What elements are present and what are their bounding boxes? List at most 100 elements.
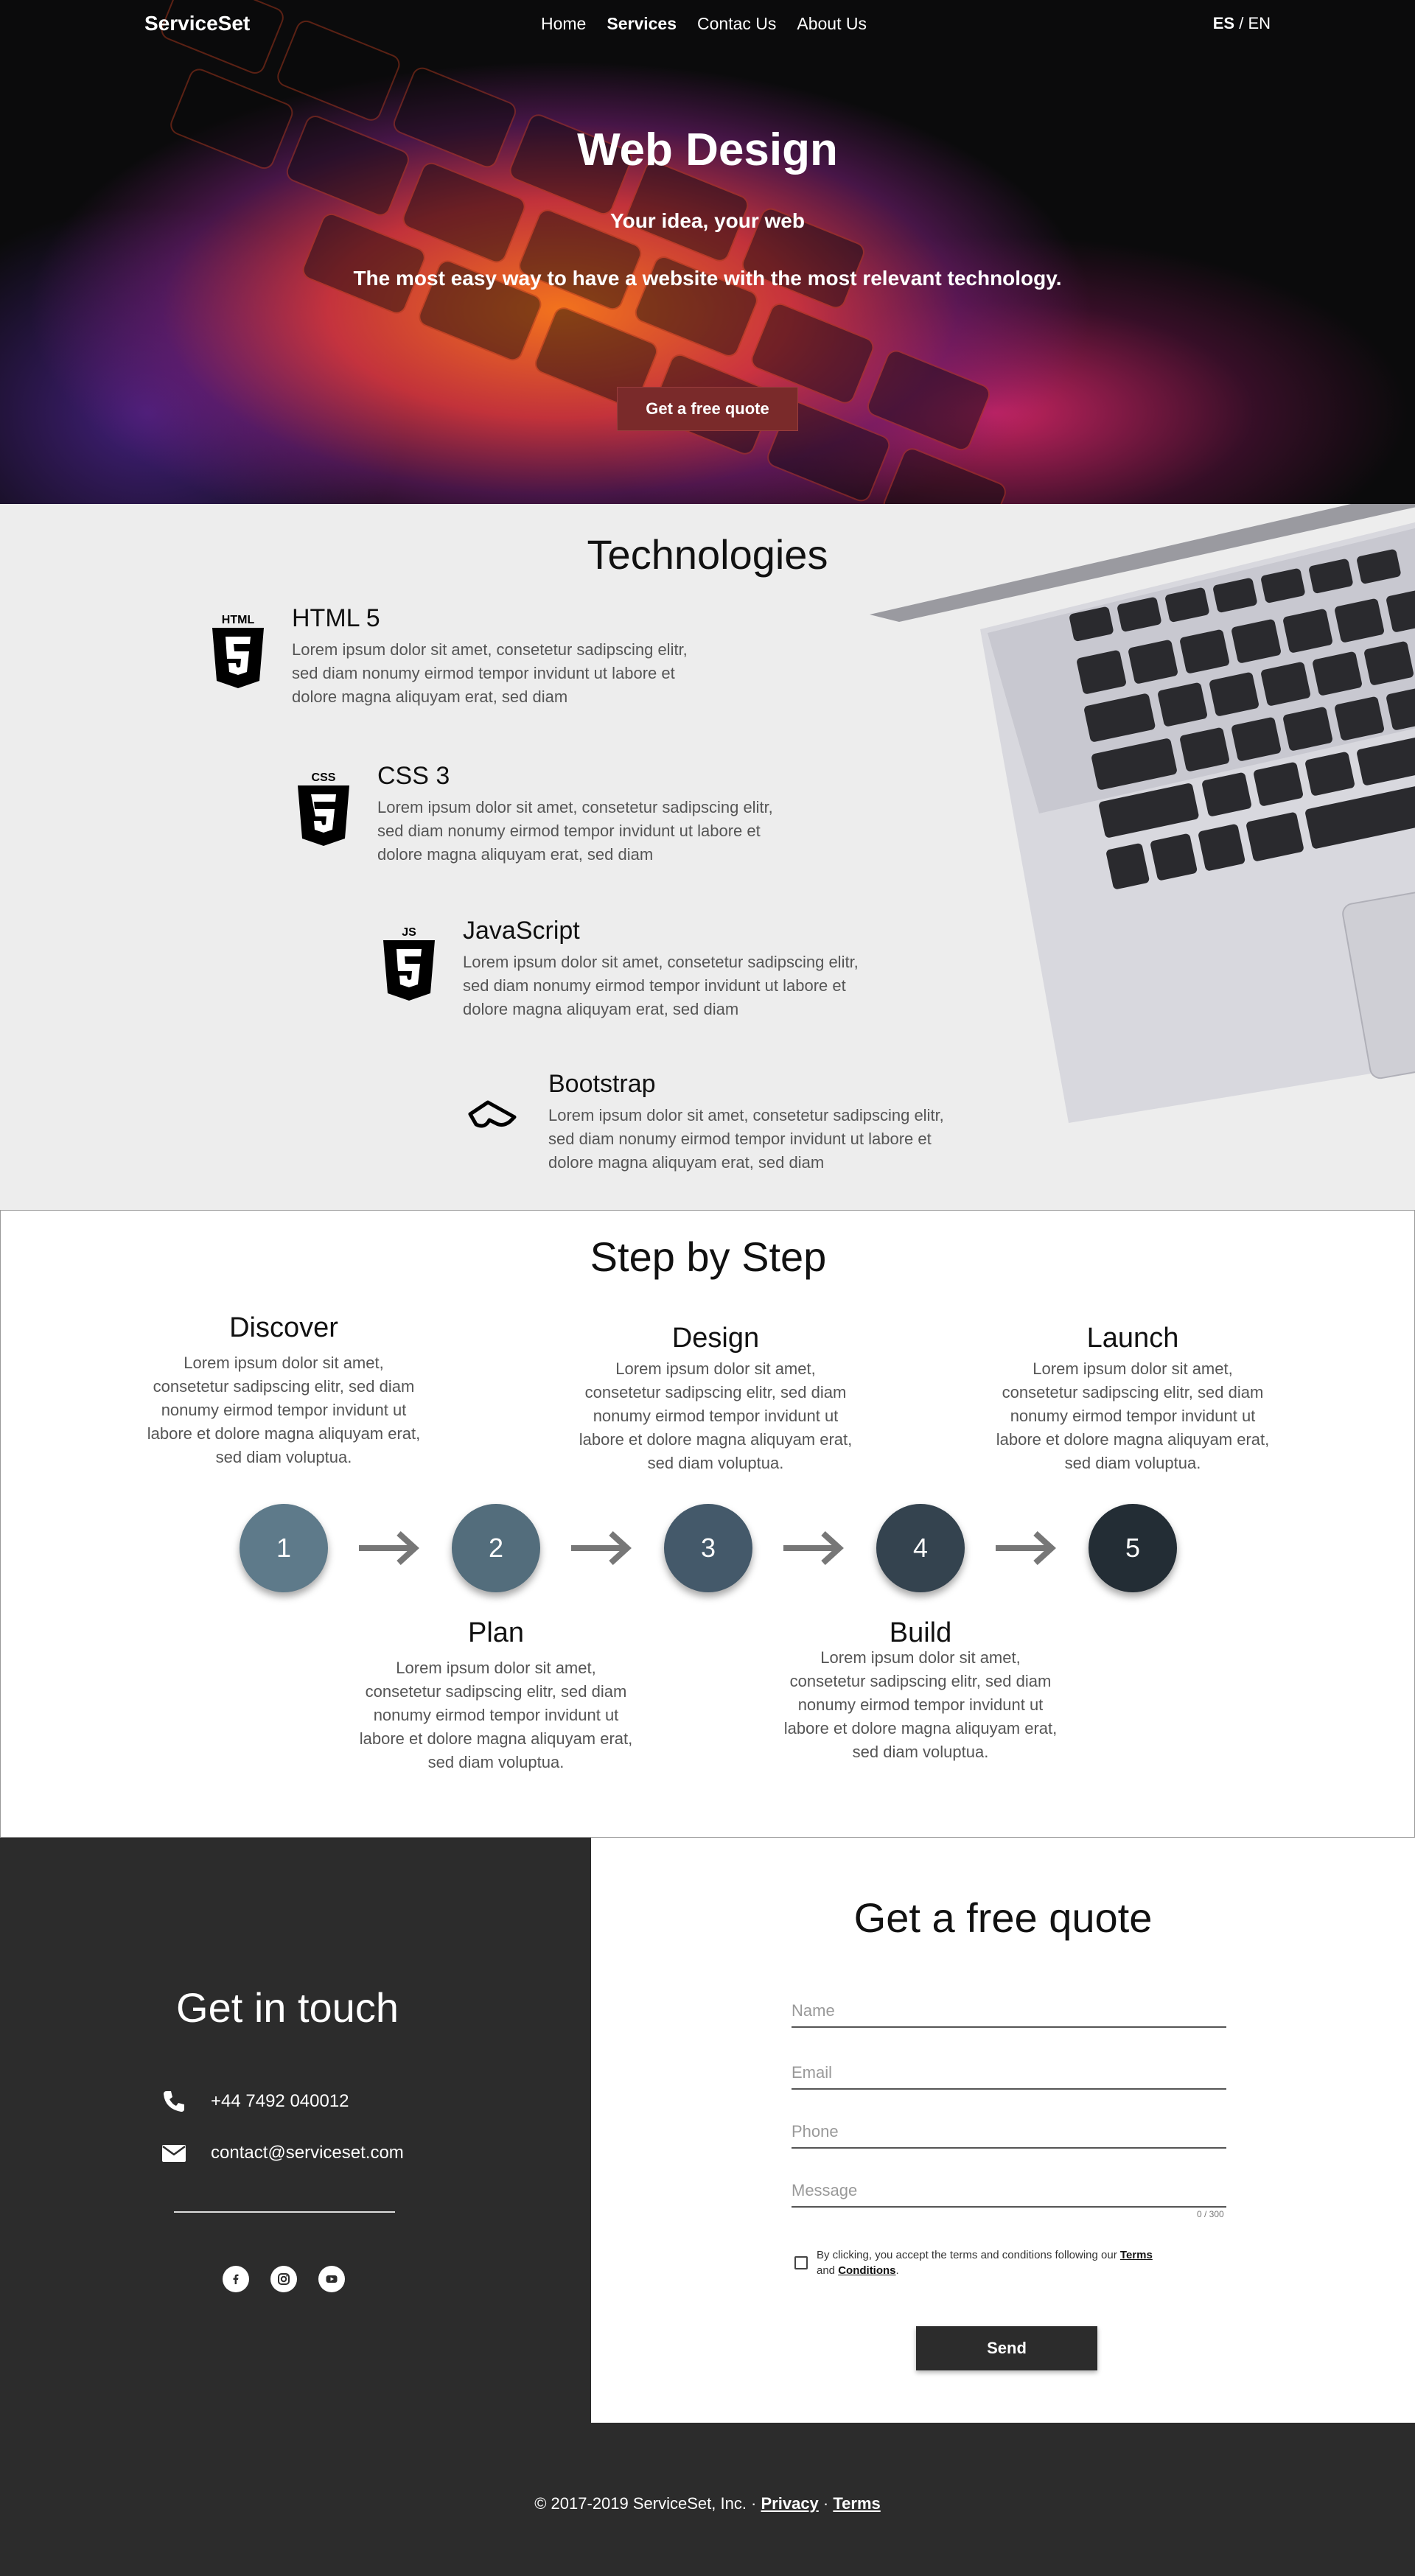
contact-phone-row: +44 7492 040012 bbox=[161, 2088, 349, 2115]
terms-checkbox[interactable] bbox=[794, 2256, 808, 2269]
tech-name: JavaScript bbox=[463, 917, 580, 945]
message-field[interactable]: Message bbox=[792, 2178, 1226, 2208]
youtube-icon[interactable] bbox=[318, 2266, 345, 2292]
step-number: 5 bbox=[1125, 1533, 1141, 1563]
step-description: Lorem ipsum dolor sit amet, consetetur s… bbox=[996, 1359, 1270, 1472]
contact-divider bbox=[174, 2211, 395, 2213]
tech-description: Lorem ipsum dolor sit amet, consetetur s… bbox=[548, 1106, 944, 1172]
nav-home[interactable]: Home bbox=[541, 14, 586, 34]
email-placeholder: Email bbox=[792, 2063, 833, 2082]
step-circle-3: 3 bbox=[664, 1504, 752, 1592]
contact-phone[interactable]: +44 7492 040012 bbox=[211, 2091, 349, 2112]
lang-separator: / bbox=[1234, 14, 1248, 32]
step-discover: Discover Lorem ipsum dolor sit amet, con… bbox=[144, 1312, 424, 1469]
step-launch: Launch Lorem ipsum dolor sit amet, conse… bbox=[993, 1323, 1273, 1475]
message-placeholder: Message bbox=[792, 2181, 858, 2199]
quote-form-section: Get a free quote Name Email Phone Messag… bbox=[591, 1838, 1415, 2423]
instagram-icon[interactable] bbox=[270, 2266, 297, 2292]
tech-name: Bootstrap bbox=[548, 1070, 656, 1098]
tech-name: CSS 3 bbox=[377, 762, 450, 790]
tech-description: Lorem ipsum dolor sit amet, consetetur s… bbox=[377, 798, 773, 864]
steps-title: Step by Step bbox=[590, 1233, 827, 1280]
facebook-icon[interactable] bbox=[223, 2266, 249, 2292]
footer-line: © 2017-2019 ServiceSet, Inc. · Privacy ·… bbox=[0, 2494, 1415, 2513]
conditions-link[interactable]: Conditions bbox=[838, 2264, 895, 2277]
tech-name: HTML 5 bbox=[292, 604, 380, 632]
tech-description: Lorem ipsum dolor sit amet, consetetur s… bbox=[292, 640, 688, 706]
step-number: 3 bbox=[700, 1533, 716, 1563]
contact-email[interactable]: contact@serviceset.com bbox=[211, 2143, 404, 2163]
copyright-text: © 2017-2019 ServiceSet, Inc. · bbox=[534, 2494, 761, 2513]
nav-contact[interactable]: Contac Us bbox=[697, 14, 776, 34]
step-build: Build Lorem ipsum dolor sit amet, conset… bbox=[780, 1617, 1061, 1764]
step-design: Design Lorem ipsum dolor sit amet, conse… bbox=[576, 1323, 856, 1475]
bootstrap-icon bbox=[468, 1100, 517, 1128]
step-description: Lorem ipsum dolor sit amet, consetetur s… bbox=[147, 1354, 421, 1466]
technologies-section: Technologies HTML HTML 5 Lorem ipsum dol… bbox=[0, 504, 1415, 1210]
phone-field[interactable]: Phone bbox=[792, 2119, 1226, 2149]
terms-prefix: By clicking, you accept the terms and co… bbox=[817, 2249, 1120, 2261]
hero-section: ServiceSet Home Services Contac Us About… bbox=[0, 0, 1415, 504]
terms-suffix: . bbox=[895, 2264, 899, 2277]
technologies-title: Technologies bbox=[587, 531, 828, 578]
language-switcher: ES / EN bbox=[1213, 14, 1271, 33]
name-placeholder: Name bbox=[792, 2001, 835, 2020]
html5-icon: HTML bbox=[212, 614, 264, 688]
svg-text:JS: JS bbox=[402, 926, 416, 939]
name-field[interactable]: Name bbox=[792, 1998, 1226, 2028]
hero-quote-button[interactable]: Get a free quote bbox=[617, 387, 798, 431]
step-name: Build bbox=[889, 1617, 952, 1648]
tech-description: Lorem ipsum dolor sit amet, consetetur s… bbox=[463, 953, 859, 1018]
footer-separator: · bbox=[818, 2494, 834, 2513]
lang-en[interactable]: EN bbox=[1248, 14, 1271, 32]
footer: © 2017-2019 ServiceSet, Inc. · Privacy ·… bbox=[0, 2423, 1415, 2576]
phone-icon bbox=[164, 2091, 184, 2112]
hero-subtitle: Your idea, your web bbox=[610, 209, 805, 232]
terms-footer-link[interactable]: Terms bbox=[833, 2494, 880, 2513]
nav-about[interactable]: About Us bbox=[797, 14, 867, 34]
step-number: 4 bbox=[912, 1533, 929, 1563]
contact-title: Get in touch bbox=[176, 1984, 399, 2031]
step-circle-1: 1 bbox=[240, 1504, 328, 1592]
step-number: 1 bbox=[276, 1533, 292, 1563]
step-description: Lorem ipsum dolor sit amet, consetetur s… bbox=[359, 1659, 633, 1771]
svg-text:CSS: CSS bbox=[312, 771, 336, 784]
step-name: Design bbox=[671, 1323, 760, 1354]
step-plan: Plan Lorem ipsum dolor sit amet, consete… bbox=[356, 1617, 636, 1774]
step-name: Launch bbox=[1086, 1323, 1179, 1354]
step-name: Discover bbox=[229, 1312, 338, 1343]
top-navbar: ServiceSet Home Services Contac Us About… bbox=[0, 0, 1415, 47]
arrow-right-icon bbox=[571, 1531, 632, 1565]
mail-icon bbox=[162, 2145, 186, 2162]
brand-logo[interactable]: ServiceSet bbox=[144, 12, 250, 35]
svg-text:HTML: HTML bbox=[222, 614, 255, 626]
contact-email-row: contact@serviceset.com bbox=[161, 2140, 404, 2166]
send-button[interactable]: Send bbox=[916, 2326, 1097, 2370]
privacy-link[interactable]: Privacy bbox=[761, 2494, 819, 2513]
hero-title: Web Design bbox=[577, 125, 838, 175]
main-nav: Home Services Contac Us About Us bbox=[541, 14, 867, 34]
css3-icon: CSS bbox=[298, 771, 349, 846]
step-circle-4: 4 bbox=[876, 1504, 965, 1592]
step-circle-2: 2 bbox=[452, 1504, 540, 1592]
contact-section: Get in touch +44 7492 040012 contact@ser… bbox=[0, 1838, 591, 2423]
email-field[interactable]: Email bbox=[792, 2060, 1226, 2090]
hero-tagline: The most easy way to have a website with… bbox=[353, 267, 1062, 290]
step-circle-5: 5 bbox=[1089, 1504, 1177, 1592]
step-description: Lorem ipsum dolor sit amet, consetetur s… bbox=[783, 1648, 1058, 1761]
javascript-icon: JS bbox=[383, 926, 435, 1001]
nav-services[interactable]: Services bbox=[607, 14, 677, 34]
steps-section: Step by Step Discover Lorem ipsum dolor … bbox=[0, 1210, 1415, 1838]
terms-text: By clicking, you accept the terms and co… bbox=[817, 2247, 1156, 2278]
arrow-right-icon bbox=[359, 1531, 419, 1565]
arrow-right-icon bbox=[996, 1531, 1056, 1565]
step-number: 2 bbox=[488, 1533, 504, 1563]
arrow-right-icon bbox=[783, 1531, 844, 1565]
step-name: Plan bbox=[467, 1617, 525, 1648]
phone-placeholder: Phone bbox=[792, 2122, 839, 2141]
lang-es[interactable]: ES bbox=[1213, 14, 1234, 32]
step-description: Lorem ipsum dolor sit amet, consetetur s… bbox=[579, 1359, 853, 1472]
terms-link[interactable]: Terms bbox=[1120, 2249, 1153, 2261]
terms-and: and bbox=[817, 2264, 839, 2277]
quote-title: Get a free quote bbox=[853, 1894, 1153, 1941]
